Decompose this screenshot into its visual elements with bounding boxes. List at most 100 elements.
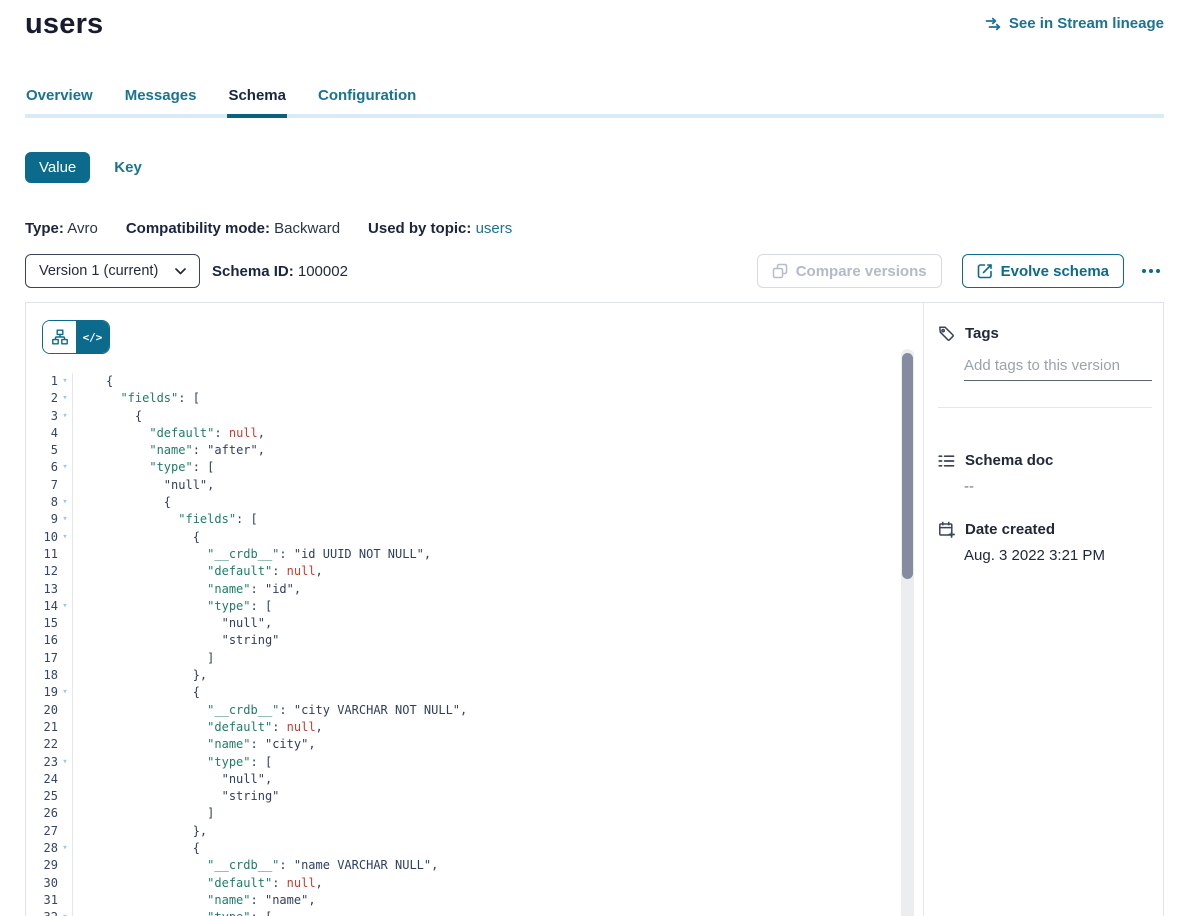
line-number: 11	[26, 546, 58, 563]
code-text: ]	[73, 805, 214, 822]
schema-panel: </> 1▾{2▾ "fields": [3▾ {4 "default": nu…	[25, 302, 1164, 916]
fold-gutter	[58, 546, 73, 563]
code-text: },	[73, 823, 207, 840]
code-line: 2▾ "fields": [	[26, 390, 901, 407]
code-line: 27 },	[26, 823, 901, 840]
code-content[interactable]: 1▾{2▾ "fields": [3▾ {4 "default": null,5…	[26, 373, 901, 916]
code-text: },	[73, 667, 207, 684]
schema-doc-heading: Schema doc	[938, 452, 1152, 469]
code-line: 17 ]	[26, 650, 901, 667]
date-created-heading: Date created	[938, 521, 1152, 538]
date-created-value: Aug. 3 2022 3:21 PM	[964, 547, 1152, 564]
fold-arrow-icon[interactable]: ▾	[58, 390, 73, 407]
value-toggle-button[interactable]: Value	[25, 152, 90, 183]
line-number: 23	[26, 754, 58, 771]
fold-gutter	[58, 857, 73, 874]
code-line: 14▾ "type": [	[26, 598, 901, 615]
evolve-schema-button[interactable]: Evolve schema	[962, 254, 1124, 288]
code-view-button[interactable]: </>	[76, 321, 109, 353]
compare-versions-icon	[772, 263, 788, 279]
code-line: 4 "default": null,	[26, 425, 901, 442]
fold-arrow-icon[interactable]: ▾	[58, 598, 73, 615]
fold-arrow-icon[interactable]: ▾	[58, 459, 73, 476]
line-number: 15	[26, 615, 58, 632]
fold-arrow-icon[interactable]: ▾	[58, 511, 73, 528]
code-text: {	[73, 529, 200, 546]
key-toggle-button[interactable]: Key	[114, 159, 142, 176]
chevron-down-icon	[175, 268, 186, 275]
tree-view-button[interactable]	[43, 321, 76, 353]
version-sidebar: Tags Schema doc --	[923, 303, 1168, 916]
schema-editor: </> 1▾{2▾ "fields": [3▾ {4 "default": nu…	[26, 303, 923, 916]
fold-arrow-icon[interactable]: ▾	[58, 754, 73, 771]
code-line: 9▾ "fields": [	[26, 511, 901, 528]
compare-versions-button[interactable]: Compare versions	[757, 254, 942, 288]
code-line: 5 "name": "after",	[26, 442, 901, 459]
code-text: "name": "name",	[73, 892, 316, 909]
line-number: 16	[26, 632, 58, 649]
code-line: 28▾ {	[26, 840, 901, 857]
line-number: 19	[26, 684, 58, 701]
fold-gutter	[58, 632, 73, 649]
schema-doc-section: Schema doc --	[938, 452, 1152, 495]
tree-view-icon	[52, 329, 68, 345]
meta-type-label: Type:	[25, 220, 64, 237]
fold-gutter	[58, 477, 73, 494]
fold-gutter	[58, 667, 73, 684]
tab-schema[interactable]: Schema	[227, 87, 287, 118]
code-line: 12 "default": null,	[26, 563, 901, 580]
code-line: 1▾{	[26, 373, 901, 390]
fold-gutter	[58, 736, 73, 753]
code-line: 31 "name": "name",	[26, 892, 901, 909]
schema-id-value: 100002	[298, 263, 348, 280]
code-text: {	[73, 494, 171, 511]
version-select[interactable]: Version 1 (current)	[25, 254, 200, 288]
meta-type: Type: Avro	[25, 220, 98, 237]
code-text: "name": "after",	[73, 442, 265, 459]
fold-arrow-icon[interactable]: ▾	[58, 408, 73, 425]
code-line: 18 },	[26, 667, 901, 684]
line-number: 32	[26, 909, 58, 916]
code-text: "name": "id",	[73, 581, 301, 598]
code-line: 21 "default": null,	[26, 719, 901, 736]
line-number: 22	[26, 736, 58, 753]
code-text: {	[73, 408, 142, 425]
fold-gutter	[58, 581, 73, 598]
fold-gutter	[58, 805, 73, 822]
more-options-button[interactable]	[1138, 265, 1164, 277]
code-text: "type": [	[73, 598, 272, 615]
fold-gutter	[58, 425, 73, 442]
code-line: 25 "string"	[26, 788, 901, 805]
topic-link[interactable]: users	[476, 220, 513, 237]
line-number: 18	[26, 667, 58, 684]
evolve-schema-icon	[977, 263, 993, 279]
fold-arrow-icon[interactable]: ▾	[58, 494, 73, 511]
line-number: 28	[26, 840, 58, 857]
code-line: 32▾ "type": [	[26, 909, 901, 916]
code-line: 8▾ {	[26, 494, 901, 511]
fold-gutter	[58, 442, 73, 459]
code-line: 13 "name": "id",	[26, 581, 901, 598]
code-line: 26 ]	[26, 805, 901, 822]
fold-gutter	[58, 615, 73, 632]
stream-lineage-link[interactable]: See in Stream lineage	[985, 15, 1164, 32]
fold-arrow-icon[interactable]: ▾	[58, 373, 73, 390]
calendar-plus-icon	[938, 521, 955, 538]
fold-arrow-icon[interactable]: ▾	[58, 684, 73, 701]
code-scrollbar	[901, 349, 914, 916]
code-text: "default": null,	[73, 563, 323, 580]
code-text: {	[73, 684, 200, 701]
add-tags-input[interactable]	[964, 355, 1152, 381]
fold-arrow-icon[interactable]: ▾	[58, 529, 73, 546]
evolve-schema-label: Evolve schema	[1001, 263, 1109, 280]
schema-page: users See in Stream lineage OverviewMess…	[0, 0, 1189, 916]
line-number: 24	[26, 771, 58, 788]
stream-lineage-label: See in Stream lineage	[1009, 15, 1164, 32]
code-text: "null",	[73, 477, 214, 494]
value-key-toggle: Value Key	[25, 152, 142, 183]
fold-arrow-icon[interactable]: ▾	[58, 909, 73, 916]
code-scrollbar-thumb[interactable]	[902, 353, 913, 579]
fold-arrow-icon[interactable]: ▾	[58, 840, 73, 857]
line-number: 31	[26, 892, 58, 909]
code-text: "__crdb__": "city VARCHAR NOT NULL",	[73, 702, 467, 719]
